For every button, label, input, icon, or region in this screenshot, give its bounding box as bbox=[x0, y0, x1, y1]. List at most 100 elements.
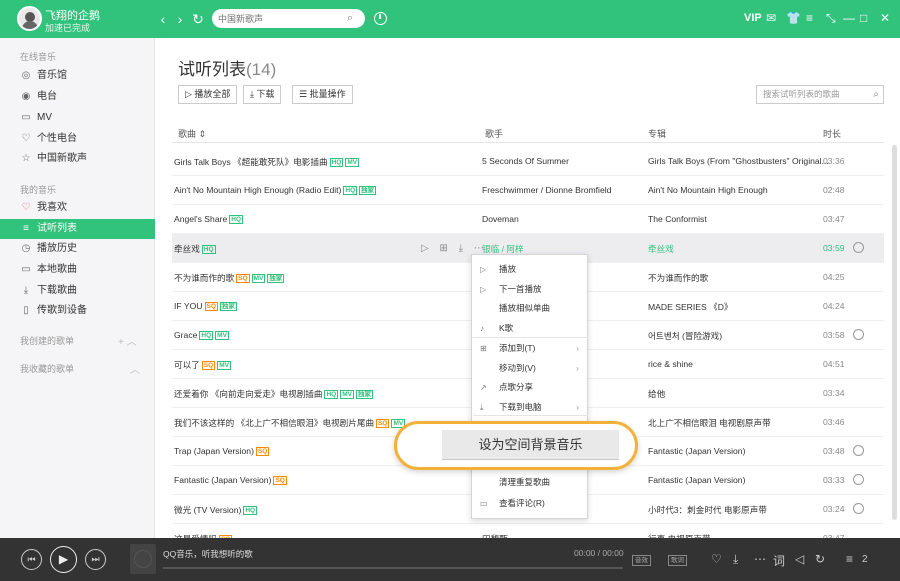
table-row[interactable]: 这是爱情吗SQ田馥甄行事 电视原声带03:47 bbox=[172, 524, 884, 538]
song-title[interactable]: 还爱着你 《向前走向爱走》电视剧插曲 HQ MV 独家 bbox=[174, 388, 373, 400]
context-menu-item[interactable]: 播放相似单曲 bbox=[472, 299, 589, 318]
next-icon[interactable]: ⏭ bbox=[85, 549, 106, 570]
minimize-icon[interactable]: — bbox=[843, 11, 855, 25]
context-menu-item[interactable]: ▷ 播放 bbox=[472, 260, 589, 279]
listen-recognize-icon[interactable] bbox=[374, 12, 387, 25]
back-icon[interactable]: ‹ bbox=[155, 11, 171, 27]
song-title[interactable]: 微光 (TV Version) HQ bbox=[174, 504, 258, 516]
avatar[interactable] bbox=[17, 6, 42, 31]
sidebar-item-trial-list[interactable]: ≡ 试听列表 bbox=[0, 219, 155, 239]
mail-icon[interactable]: ✉ bbox=[766, 11, 776, 25]
sidebar-item-mv[interactable]: ▭ MV bbox=[0, 108, 155, 128]
context-menu-item[interactable]: ↗ 点歌分享 bbox=[472, 378, 589, 397]
prev-icon[interactable]: ⏮ bbox=[21, 549, 42, 570]
sidebar-group-created[interactable]: 我创建的歌单 + ︿ bbox=[20, 333, 140, 348]
table-row[interactable]: Girls Talk Boys 《超能敢死队》电影插曲 HQ MV 5 Seconds… bbox=[172, 147, 884, 176]
context-menu-item[interactable]: ♪ K歌 bbox=[472, 319, 589, 338]
song-album[interactable]: 北上广不相信眼泪 电视剧原声带 bbox=[648, 417, 771, 429]
song-album[interactable]: 어트벤처 (冒险游戏) bbox=[648, 330, 722, 342]
globe-icon[interactable] bbox=[853, 445, 864, 456]
song-title[interactable]: 可以了 SQ MV bbox=[174, 359, 231, 371]
sidebar-item-radio[interactable]: ◉ 电台 bbox=[0, 87, 155, 107]
list-search-input[interactable]: 搜索试听列表的歌曲 ⌕ bbox=[756, 85, 884, 104]
song-album[interactable]: MADE SERIES 《D》 bbox=[648, 301, 733, 313]
col-song[interactable]: 歌曲 ⇕ bbox=[178, 127, 206, 140]
main-menu-icon[interactable]: ≡ bbox=[806, 11, 813, 25]
sound-effect-button[interactable]: 音效 bbox=[632, 555, 651, 566]
song-album[interactable]: 给他 bbox=[648, 388, 665, 400]
song-title[interactable]: Ain't No Mountain High Enough (Radio Edi… bbox=[174, 185, 377, 195]
globe-icon[interactable] bbox=[853, 242, 864, 253]
context-menu-item[interactable]: 清理重复歌曲 bbox=[472, 473, 589, 492]
progress-bar[interactable] bbox=[163, 567, 623, 569]
lyrics-button[interactable]: 歌词 bbox=[668, 555, 687, 566]
download-button[interactable]: ⤓ 下载 bbox=[243, 85, 282, 104]
song-title[interactable]: Grace HQ MV bbox=[174, 330, 229, 340]
song-title[interactable]: 我们不该这样的 《北上广不相信眼泪》电视剧片尾曲 SQ MV bbox=[174, 417, 406, 429]
add-playlist-icon[interactable]: + ︿ bbox=[118, 333, 137, 348]
search-icon[interactable]: ⌕ bbox=[347, 12, 353, 25]
search-icon[interactable]: ⌕ bbox=[873, 86, 879, 103]
song-title[interactable]: IF YOU SQ 独家 bbox=[174, 301, 237, 311]
play-all-button[interactable]: ▷ 播放全部 bbox=[178, 85, 238, 104]
scrollbar[interactable] bbox=[892, 145, 897, 520]
song-album[interactable]: 不为谁而作的歌 bbox=[648, 272, 708, 284]
volume-icon[interactable]: ◁ bbox=[795, 552, 804, 566]
search-input[interactable] bbox=[212, 9, 365, 28]
sidebar-item-downloads[interactable]: ⤓ 下载歌曲 bbox=[0, 281, 155, 301]
context-menu-item[interactable]: ▭ 查看评论(R) bbox=[472, 494, 589, 513]
forward-icon[interactable]: › bbox=[172, 11, 188, 27]
sidebar-item-favorites[interactable]: ♡ 我喜欢 bbox=[0, 198, 155, 218]
maximize-icon[interactable]: □ bbox=[860, 11, 867, 25]
song-album[interactable]: Ain't No Mountain High Enough bbox=[648, 185, 768, 195]
song-artist[interactable]: Doveman bbox=[482, 214, 519, 224]
song-album[interactable]: Fantastic (Japan Version) bbox=[648, 475, 745, 485]
sidebar-item-local[interactable]: ▭ 本地歌曲 bbox=[0, 260, 155, 280]
sidebar-item-personal-radio[interactable]: ♡ 个性电台 bbox=[0, 129, 155, 149]
context-menu-item[interactable]: ▷ 下一首播放 bbox=[472, 280, 589, 299]
vip-link[interactable]: VIP bbox=[744, 12, 762, 24]
mini-mode-icon[interactable]: ⤡ bbox=[826, 11, 836, 25]
love-icon[interactable]: ♡ bbox=[711, 552, 722, 566]
table-row[interactable]: Ain't No Mountain High Enough (Radio Edi… bbox=[172, 176, 884, 205]
song-title[interactable]: 不为谁而作的歌 SQ MV 独家 bbox=[174, 272, 285, 284]
song-album[interactable]: 牵丝戏 bbox=[648, 243, 674, 255]
song-artist[interactable]: Freschwimmer / Dionne Bromfield bbox=[482, 185, 611, 195]
sidebar-item-history[interactable]: ◷ 播放历史 bbox=[0, 239, 155, 259]
song-title[interactable]: Angel's Share HQ bbox=[174, 214, 243, 224]
close-icon[interactable]: ✕ bbox=[880, 11, 890, 25]
sidebar-item-transfer[interactable]: ▯ 传歌到设备 bbox=[0, 301, 155, 321]
song-title[interactable]: Fantastic (Japan Version) SQ bbox=[174, 475, 287, 485]
table-row[interactable]: Angel's Share HQ Doveman The Conformist 03:4… bbox=[172, 205, 884, 234]
song-album[interactable]: Girls Talk Boys (From "Ghostbusters" Ori… bbox=[648, 156, 829, 166]
song-album[interactable]: Fantastic (Japan Version) bbox=[648, 446, 745, 456]
loop-icon[interactable]: ↻ bbox=[815, 552, 825, 566]
globe-icon[interactable] bbox=[853, 329, 864, 340]
sidebar-group-collected[interactable]: 我收藏的歌单 ︿ bbox=[20, 361, 140, 376]
album-cover[interactable] bbox=[130, 544, 156, 574]
song-artist[interactable]: 5 Seconds Of Summer bbox=[482, 156, 569, 166]
song-album[interactable]: 小时代3：刺金时代 电影原声带 bbox=[648, 504, 767, 516]
context-menu-item[interactable]: 移动到(V) › bbox=[472, 359, 589, 378]
download-icon[interactable]: ⤓ bbox=[733, 552, 738, 567]
row-actions[interactable]: ▷ ⊞ ⤓ ⋯ bbox=[421, 243, 488, 254]
refresh-icon[interactable]: ↻ bbox=[190, 11, 206, 27]
collapse-icon[interactable]: ︿ bbox=[130, 361, 140, 376]
skin-icon[interactable]: 👕 bbox=[786, 11, 801, 25]
desktop-lyrics-icon[interactable]: 词 bbox=[773, 552, 785, 569]
song-title[interactable]: Girls Talk Boys 《超能敢死队》电影插曲 HQ MV bbox=[174, 156, 360, 168]
globe-icon[interactable] bbox=[853, 503, 864, 514]
song-title[interactable]: Trap (Japan Version) SQ bbox=[174, 446, 270, 456]
play-icon[interactable]: ▶ bbox=[50, 546, 77, 573]
batch-button[interactable]: ☰ 批量操作 bbox=[292, 85, 353, 104]
song-album[interactable]: The Conformist bbox=[648, 214, 707, 224]
song-title[interactable]: 牵丝戏 HQ bbox=[174, 243, 216, 255]
sidebar-item-music-hall[interactable]: ◎ 音乐馆 bbox=[0, 66, 155, 86]
playlist-icon[interactable]: ≡ bbox=[846, 552, 853, 566]
context-menu-item[interactable]: ⊞ 添加到(T) › bbox=[472, 339, 589, 358]
sidebar-item-new-voice[interactable]: ☆ 中国新歌声 bbox=[0, 149, 155, 169]
more-icon[interactable]: ⋯ bbox=[754, 552, 766, 566]
globe-icon[interactable] bbox=[853, 474, 864, 485]
set-background-music-item[interactable]: 设为空间背景音乐 bbox=[442, 430, 619, 460]
song-album[interactable]: rice & shine bbox=[648, 359, 693, 369]
